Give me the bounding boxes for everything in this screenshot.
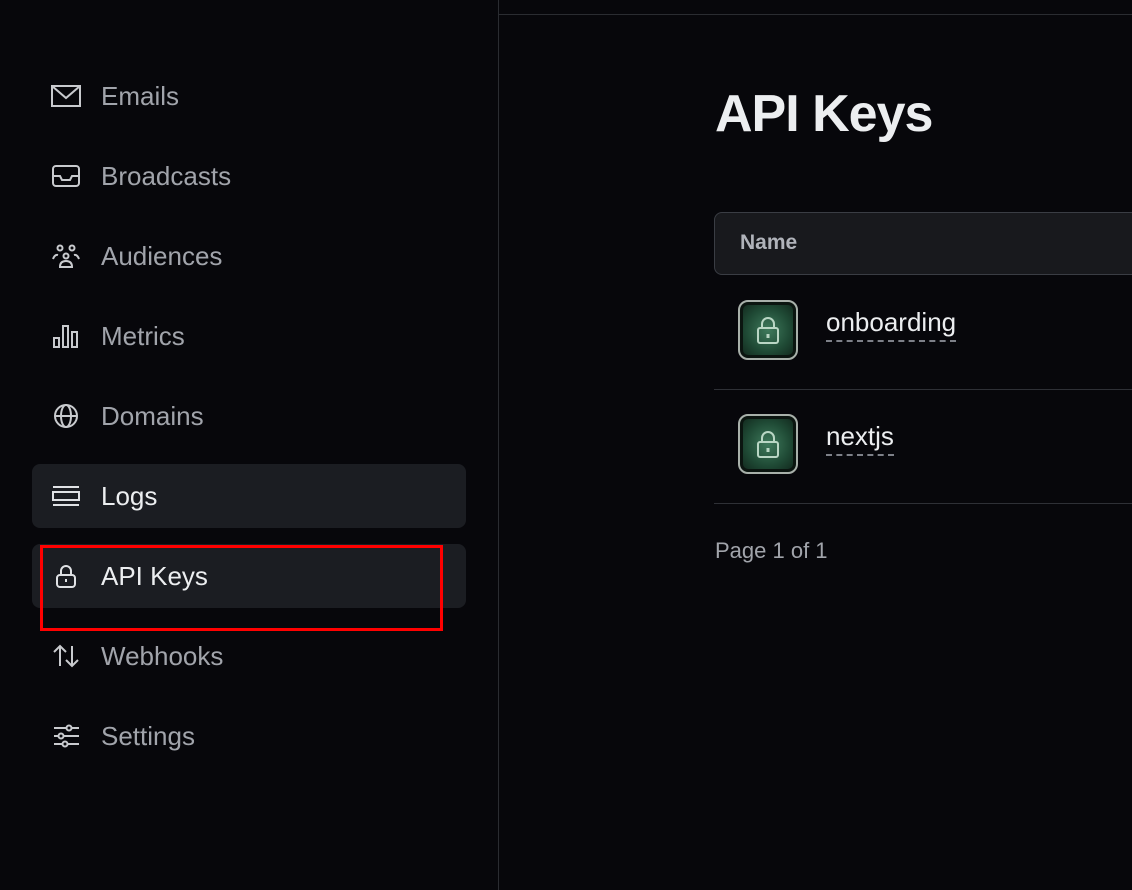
sliders-icon	[50, 724, 82, 748]
lock-icon	[738, 300, 798, 360]
sidebar-item-label: Broadcasts	[101, 160, 232, 191]
sidebar-item-label: Logs	[101, 480, 158, 511]
pagination-label: Page 1 of 1	[715, 538, 828, 563]
api-key-name-link[interactable]: nextjs	[826, 420, 894, 456]
sidebar-item-label: Domains	[101, 400, 204, 431]
globe-icon	[50, 404, 82, 428]
logs-icon	[50, 484, 82, 508]
table-row[interactable]: nextjs	[714, 390, 1132, 504]
sidebar: Emails Broadcasts Audiences Metrics Doma…	[0, 0, 499, 890]
users-icon	[50, 244, 82, 268]
sidebar-item-audiences[interactable]: Audiences	[32, 224, 466, 288]
sidebar-item-label: Emails	[101, 80, 180, 111]
lock-icon	[738, 414, 798, 474]
sidebar-item-label: Audiences	[101, 240, 223, 271]
sidebar-item-label: API Keys	[101, 560, 208, 591]
sidebar-item-settings[interactable]: Settings	[32, 704, 466, 768]
table-header: Name	[714, 212, 1132, 275]
arrows-up-down-icon	[50, 644, 82, 668]
sidebar-item-emails[interactable]: Emails	[32, 64, 466, 128]
sidebar-item-logs[interactable]: Logs	[32, 464, 466, 528]
sidebar-item-label: Metrics	[101, 320, 185, 351]
sidebar-item-domains[interactable]: Domains	[32, 384, 466, 448]
sidebar-item-label: Settings	[101, 720, 195, 751]
lock-icon	[50, 564, 82, 588]
page-title: API Keys	[715, 85, 933, 143]
table-row[interactable]: onboarding	[714, 276, 1132, 390]
mail-icon	[50, 84, 82, 108]
api-key-name-link[interactable]: onboarding	[826, 306, 957, 342]
header-divider	[499, 14, 1132, 15]
sidebar-item-broadcasts[interactable]: Broadcasts	[32, 144, 466, 208]
column-header-name: Name	[740, 231, 798, 254]
inbox-icon	[50, 164, 82, 188]
sidebar-item-metrics[interactable]: Metrics	[32, 304, 466, 368]
bar-chart-icon	[50, 324, 82, 348]
sidebar-item-webhooks[interactable]: Webhooks	[32, 624, 466, 688]
sidebar-item-api-keys[interactable]: API Keys	[32, 544, 466, 608]
sidebar-item-label: Webhooks	[101, 640, 224, 671]
